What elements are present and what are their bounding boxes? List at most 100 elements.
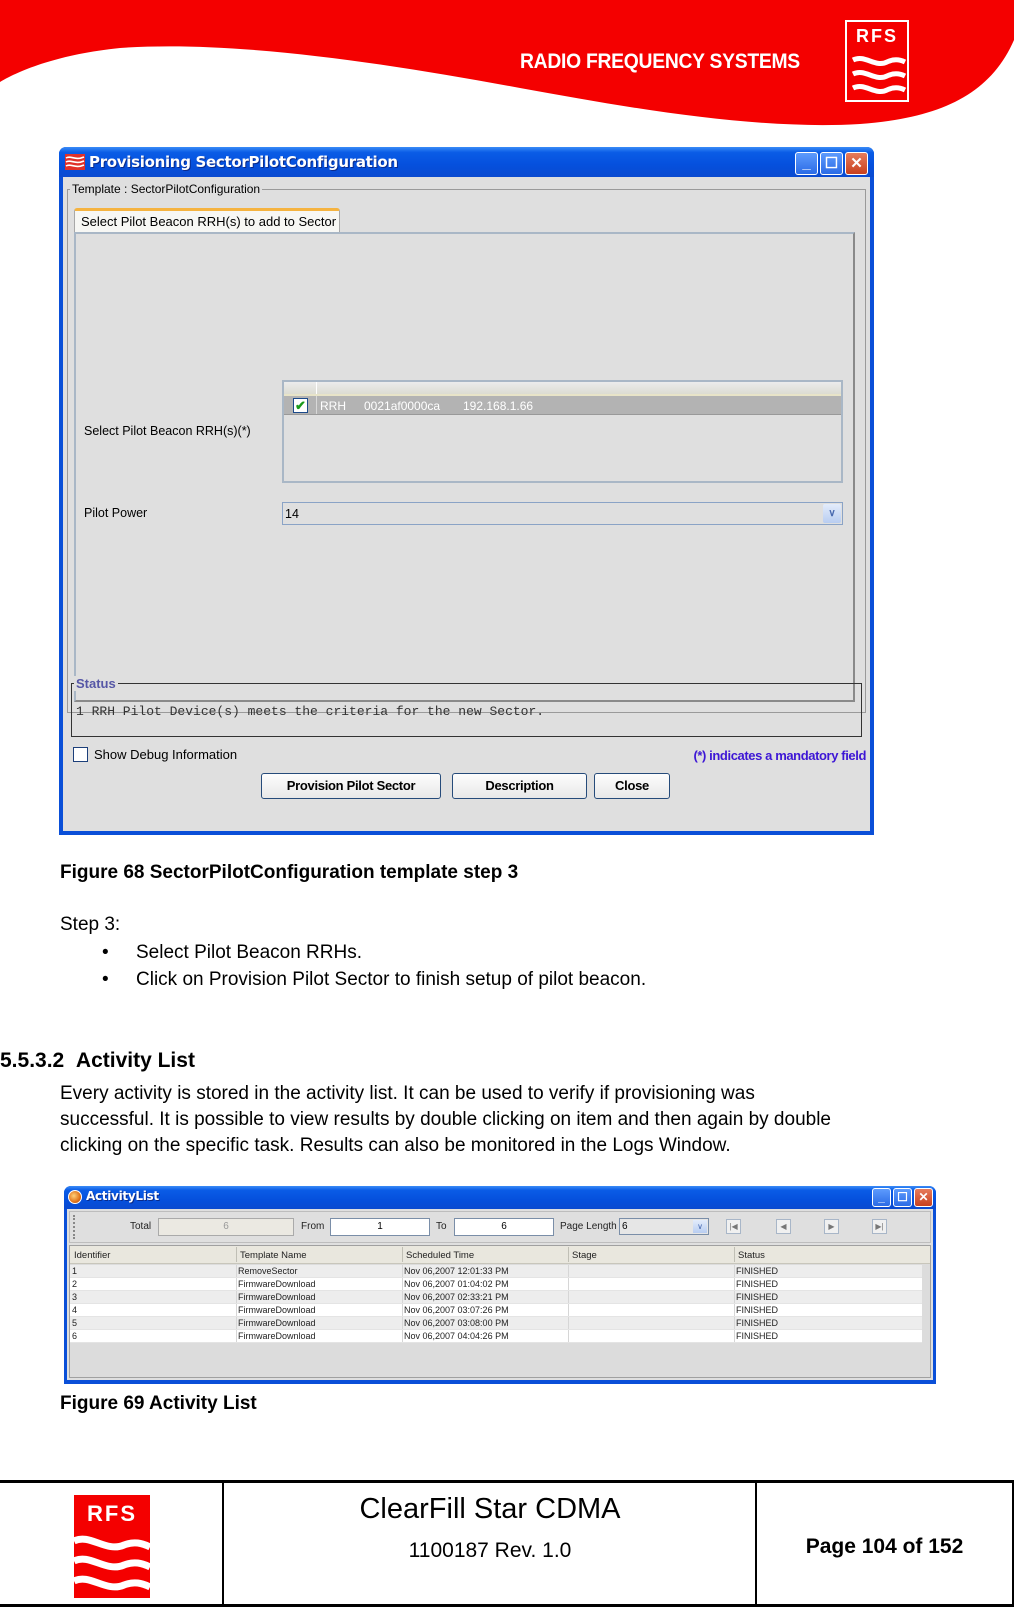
table-cell: FirmwareDownload xyxy=(238,1305,316,1315)
figure-69-caption: Figure 69 Activity List xyxy=(60,1393,257,1414)
page-length-select[interactable]: 6 ∨ xyxy=(619,1218,709,1235)
show-debug-checkbox[interactable]: Show Debug Information xyxy=(73,747,237,762)
rrh-id: 0021af0000ca xyxy=(364,399,441,413)
rrh-list-item[interactable]: ✔ RRH 0021af0000ca 192.168.1.66 xyxy=(284,396,841,415)
activity-app-icon xyxy=(68,1190,82,1204)
pilot-power-value: 14 xyxy=(285,507,299,521)
table-cell: FirmwareDownload xyxy=(238,1292,316,1302)
section-title: Activity List xyxy=(75,1049,195,1072)
cell-divider xyxy=(402,1304,403,1316)
rfs-logo: RFS xyxy=(845,20,909,102)
page-length-value: 6 xyxy=(622,1221,628,1232)
column-resize-handle[interactable] xyxy=(734,1247,735,1262)
status-group: Status 1 RRH Pilot Device(s) meets the c… xyxy=(71,676,862,737)
first-page-button[interactable]: |◀ xyxy=(726,1219,741,1234)
table-cell: 2 xyxy=(72,1279,78,1289)
brand-name: RADIO FREQUENCY SYSTEMS xyxy=(520,50,800,73)
table-cell: Nov 06,2007 01:04:02 PM xyxy=(404,1279,509,1289)
cell-divider xyxy=(568,1304,569,1316)
previous-page-button[interactable]: ◀ xyxy=(776,1219,791,1234)
table-row[interactable]: 6 FirmwareDownload Nov 06,2007 04:04:26 PM… xyxy=(70,1330,922,1343)
table-row[interactable]: 4 FirmwareDownload Nov 06,2007 03:07:26 PM… xyxy=(70,1304,922,1317)
section-paragraph-line: clicking on the specific task. Results c… xyxy=(60,1135,731,1156)
table-cell: 6 xyxy=(72,1331,78,1341)
tab-select-pilot-beacon[interactable]: Select Pilot Beacon RRH(s) to add to Sec… xyxy=(74,208,340,233)
close-window-button[interactable]: ✕ xyxy=(914,1188,933,1207)
document-revision: 1100187 Rev. 1.0 xyxy=(408,1539,572,1562)
provision-pilot-sector-button[interactable]: Provision Pilot Sector xyxy=(261,773,441,799)
rrh-checkbox[interactable]: ✔ xyxy=(293,398,308,413)
cell-divider xyxy=(236,1317,237,1329)
title-bar[interactable]: Provisioning SectorPilotConfiguration _ … xyxy=(59,147,874,177)
maximize-button[interactable]: ☐ xyxy=(893,1188,912,1207)
cell-divider xyxy=(402,1317,403,1329)
column-resize-handle[interactable] xyxy=(402,1247,403,1262)
bullet-text: Click on Provision Pilot Sector to finis… xyxy=(136,969,647,990)
rrh-list[interactable]: ✔ RRH 0021af0000ca 192.168.1.66 xyxy=(282,380,843,483)
cell-divider xyxy=(236,1304,237,1316)
table-cell: FINISHED xyxy=(736,1318,779,1328)
next-page-button[interactable]: ▶ xyxy=(824,1219,839,1234)
window-title: Provisioning SectorPilotConfiguration xyxy=(89,153,398,171)
toolbar-grip-handle[interactable] xyxy=(73,1215,77,1239)
minimize-button[interactable]: _ xyxy=(872,1188,891,1207)
page-footer: RFS ClearFill Star CDMA 1100187 Rev. 1.0… xyxy=(0,1480,1014,1607)
last-page-button[interactable]: ▶| xyxy=(872,1219,887,1234)
table-row[interactable]: 1 RemoveSector Nov 06,2007 12:01:33 PM FINI… xyxy=(70,1265,922,1278)
close-button[interactable]: Close xyxy=(594,773,670,799)
provisioning-window: Provisioning SectorPilotConfiguration _ … xyxy=(59,147,874,835)
window-body: Template : SectorPilotConfiguration Sele… xyxy=(63,177,870,831)
logo-text: RFS xyxy=(856,26,898,46)
cell-divider xyxy=(734,1304,735,1316)
title-bar[interactable]: ActivityList _ ☐ ✕ xyxy=(64,1186,936,1209)
table-cell: FirmwareDownload xyxy=(238,1279,316,1289)
figure-68-caption: Figure 68 SectorPilotConfiguration templ… xyxy=(60,862,519,883)
activity-list-window: ActivityList _ ☐ ✕ Total 6 From 1 To 6 P… xyxy=(64,1186,936,1384)
column-header[interactable]: Status xyxy=(738,1250,765,1261)
column-header[interactable]: Scheduled Time xyxy=(406,1250,474,1261)
close-window-button[interactable]: ✕ xyxy=(845,152,868,175)
table-row[interactable]: 3 FirmwareDownload Nov 06,2007 02:33:21 PM… xyxy=(70,1291,922,1304)
table-cell: FINISHED xyxy=(736,1279,779,1289)
template-group: Template : SectorPilotConfiguration Sele… xyxy=(67,182,866,713)
pilot-power-select[interactable]: 14 ∨ xyxy=(282,502,843,525)
paging-toolbar: Total 6 From 1 To 6 Page Length 6 ∨ |◀ ◀… xyxy=(69,1211,931,1243)
table-cell: FirmwareDownload xyxy=(238,1318,316,1328)
section-number: 5.5.3.2 xyxy=(0,1049,65,1072)
cell-divider xyxy=(402,1330,403,1342)
description-button[interactable]: Description xyxy=(452,773,587,799)
step-title: Step 3: xyxy=(60,914,121,935)
table-row[interactable]: 2 FirmwareDownload Nov 06,2007 01:04:02 PM… xyxy=(70,1278,922,1291)
from-input[interactable]: 1 xyxy=(330,1218,430,1236)
footer-rfs-logo: RFS xyxy=(74,1495,150,1598)
status-group-label: Status xyxy=(74,676,118,691)
column-resize-handle[interactable] xyxy=(236,1247,237,1262)
cell-divider xyxy=(734,1265,735,1277)
to-input[interactable]: 6 xyxy=(454,1218,554,1236)
table-row[interactable]: 5 FirmwareDownload Nov 06,2007 03:08:00 PM… xyxy=(70,1317,922,1330)
bullet-icon: • xyxy=(102,942,109,963)
minimize-icon: _ xyxy=(878,1190,885,1204)
checkbox-icon[interactable] xyxy=(73,747,88,762)
column-resize-handle[interactable] xyxy=(568,1247,569,1262)
cell-divider xyxy=(402,1291,403,1303)
minimize-button[interactable]: _ xyxy=(795,152,818,175)
cell-divider xyxy=(734,1291,735,1303)
cell-divider xyxy=(236,1278,237,1290)
chevron-down-icon[interactable]: ∨ xyxy=(823,504,841,523)
column-header[interactable]: Stage xyxy=(572,1250,597,1261)
table-cell: FirmwareDownload xyxy=(238,1331,316,1341)
close-icon: ✕ xyxy=(850,155,863,172)
column-header[interactable]: Identifier xyxy=(74,1250,110,1261)
section-paragraph-line: Every activity is stored in the activity… xyxy=(60,1083,755,1104)
table-cell: 5 xyxy=(72,1318,78,1328)
header-banner: RADIO FREQUENCY SYSTEMS RFS xyxy=(0,0,1014,130)
table-cell: Nov 06,2007 04:04:26 PM xyxy=(404,1331,509,1341)
column-header[interactable]: Template Name xyxy=(240,1250,307,1261)
cell-divider xyxy=(402,1278,403,1290)
cell-divider xyxy=(236,1330,237,1342)
maximize-button[interactable]: ☐ xyxy=(820,152,843,175)
cell-divider xyxy=(568,1330,569,1342)
maximize-icon: ☐ xyxy=(824,155,839,172)
chevron-down-icon[interactable]: ∨ xyxy=(693,1220,707,1233)
